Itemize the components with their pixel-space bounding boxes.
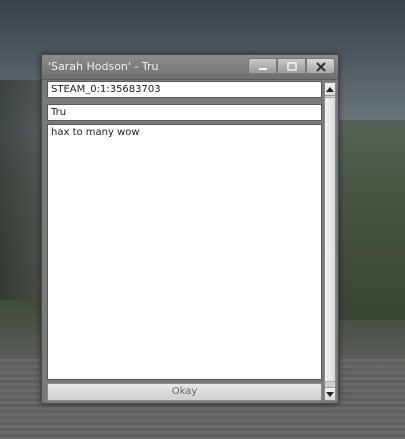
minimize-icon xyxy=(258,68,267,70)
message-textarea[interactable]: hax to many wow xyxy=(47,124,322,380)
maximize-button[interactable] xyxy=(277,58,306,74)
dialog-content: STEAM_0:1:35683703 Tru hax to many wow O… xyxy=(47,81,322,401)
background-right-blur xyxy=(337,120,405,320)
title-bar[interactable]: 'Sarah Hodson' - Tru xyxy=(42,55,338,80)
dialog-window: 'Sarah Hodson' - Tru STEAM_0:1:35683703 … xyxy=(41,54,339,404)
vertical-scrollbar[interactable] xyxy=(324,82,336,401)
scroll-down-button[interactable] xyxy=(325,387,335,400)
maximize-icon xyxy=(286,62,297,71)
close-icon xyxy=(315,62,326,72)
steam-id-field[interactable]: STEAM_0:1:35683703 xyxy=(47,81,322,98)
okay-button[interactable]: Okay xyxy=(47,383,322,401)
scroll-thumb[interactable] xyxy=(325,97,335,382)
scroll-up-button[interactable] xyxy=(325,83,335,96)
arrow-down-icon xyxy=(326,392,334,397)
arrow-up-icon xyxy=(326,87,334,92)
close-button[interactable] xyxy=(306,58,335,74)
window-title: 'Sarah Hodson' - Tru xyxy=(48,60,159,73)
background-left-blur xyxy=(0,80,42,300)
reason-field[interactable]: Tru xyxy=(47,104,322,121)
minimize-button[interactable] xyxy=(248,58,277,74)
